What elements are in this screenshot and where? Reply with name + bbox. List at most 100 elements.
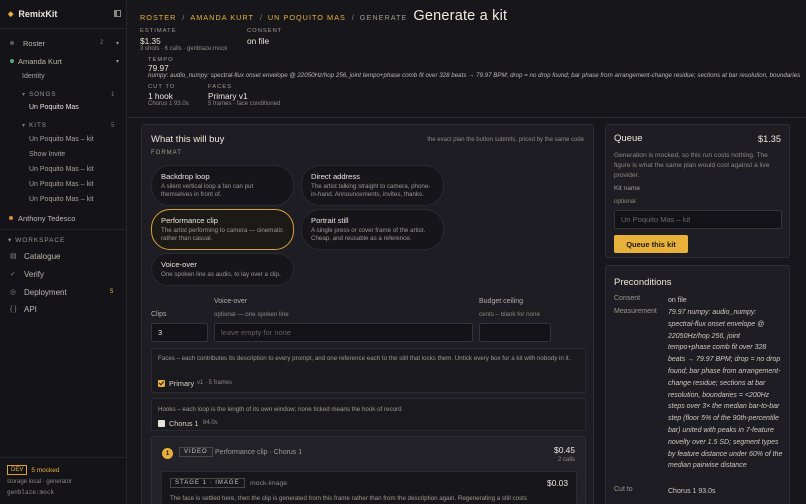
stage-tag: STAGE 1 · IMAGE (170, 478, 245, 488)
queue-description: Generation is mocked, so this run costs … (614, 152, 770, 179)
api-icon: { } (10, 306, 17, 313)
budget-input[interactable] (479, 323, 551, 342)
shot-number: 1 (162, 448, 173, 459)
sidebar-item-label: Deployment (24, 287, 67, 297)
breadcrumb-current: GENERATE (359, 13, 408, 22)
format-title: Portrait still (311, 216, 349, 225)
chevron-down-icon: ▾ (22, 91, 27, 98)
chevron-down-icon: ▾ (8, 237, 13, 244)
sidebar-item-artist-amanda[interactable]: Amanda Kurt ▾ (0, 54, 127, 68)
sidebar-item-label: Catalogue (24, 251, 61, 261)
queue-panel: Queue $1.35 Generation is mocked, so thi… (605, 124, 790, 258)
brand-logo-icon: ◆ (8, 11, 14, 18)
song-item[interactable]: Un Poquito Mas (29, 104, 79, 111)
hook-label: Chorus 1 (169, 419, 199, 428)
voiceover-sublabel: optional — one spoken line (214, 311, 289, 318)
kit-item[interactable]: Show Invite (29, 151, 65, 158)
kit-name-label: Kit name (614, 185, 641, 192)
section-kits[interactable]: ▾ KITS 5 (22, 122, 114, 129)
format-desc: A single press or cover frame of the art… (311, 227, 426, 242)
kit-item[interactable]: Un Poquito Mas – kit (29, 196, 94, 203)
check-icon: ✓ (10, 271, 16, 278)
breadcrumb-separator: / (182, 15, 185, 22)
shot-price: $0.45 (554, 445, 575, 455)
clips-label: Clips (151, 311, 167, 318)
shot-title: Performance clip · Chorus 1 (215, 449, 303, 456)
env-badge: DEV (7, 465, 28, 475)
chevron-down-icon[interactable]: ▾ (116, 40, 119, 47)
budget-label: Budget ceiling (479, 298, 523, 305)
kit-name-input[interactable]: Un Poquito Mas – kit (614, 210, 782, 229)
hooks-box: Hooks – each loop is the length of its o… (151, 398, 586, 431)
format-label: FORMAT (151, 150, 182, 156)
deployment-icon: ◎ (10, 289, 17, 296)
count-badge: 5 (110, 289, 114, 295)
brand-name: RemixKit (18, 9, 58, 19)
format-title: Performance clip (161, 216, 218, 225)
hook-meta: 84.0s (203, 420, 218, 426)
sidebar-item-roster[interactable]: Roster 2 ▾ (0, 36, 127, 50)
section-songs[interactable]: ▾ SONGS 1 (22, 91, 114, 98)
section-label: SONGS (29, 91, 57, 98)
format-title: Direct address (311, 172, 360, 181)
sidebar-item-label: Roster (23, 38, 46, 48)
faces-label: FACES (208, 84, 233, 90)
clips-input[interactable]: 3 (151, 323, 208, 342)
stage-engine: mock-image (250, 480, 288, 487)
divider (0, 229, 127, 230)
sidebar-item-catalogue[interactable]: ▤ Catalogue (10, 252, 60, 261)
kit-item[interactable]: Un Poquito Mas – kit (29, 136, 94, 143)
stage-card: STAGE 1 · IMAGE mock-image $0.03 The fac… (161, 471, 577, 504)
format-option-direct-address[interactable]: Direct address The artist talking straig… (301, 165, 444, 206)
format-desc: A silent vertical loop a fan can put the… (161, 183, 254, 198)
sidebar-item-deployment[interactable]: ◎ Deployment 5 (10, 288, 113, 297)
face-checkbox[interactable] (158, 380, 165, 387)
sidebar-item-label: API (24, 305, 37, 314)
buy-panel: What this will buy the exact plan the bu… (141, 124, 594, 504)
format-option-voice-over[interactable]: Voice-over One spoken line as audio, to … (151, 253, 294, 286)
chevron-down-icon[interactable]: ▾ (116, 58, 119, 65)
section-label: WORKSPACE (15, 237, 66, 244)
breadcrumb-song[interactable]: UN POQUITO MAS (268, 13, 346, 22)
sidebar-item-artist-anthony[interactable]: Anthony Tedesco (0, 211, 127, 225)
shot-card: 1 VIDEO Performance clip · Chorus 1 $0.4… (151, 436, 586, 504)
env-indicator[interactable]: DEV 5 mocked (7, 465, 60, 475)
consent-value: on file (668, 297, 687, 304)
cutto-meta: Chorus 1 93.0s (148, 101, 189, 107)
roster-bullet-icon (10, 41, 14, 45)
storage-info: storage local · generator (7, 479, 73, 485)
kit-item[interactable]: Un Poquito Mas – kit (29, 166, 94, 173)
sidebar-item-verify[interactable]: ✓ Verify (10, 270, 44, 279)
cutto-value: 1 hook (148, 91, 173, 101)
page-title: Generate a kit (413, 8, 508, 24)
shot-type-tag: VIDEO (179, 447, 213, 457)
section-workspace[interactable]: ▾ WORKSPACE (8, 236, 65, 244)
chevron-down-icon: ▾ (22, 122, 27, 129)
sidebar-item-api[interactable]: { } API (10, 305, 37, 314)
kit-item[interactable]: Un Poquito Mas – kit (29, 181, 94, 188)
measurement-value: 79.97 numpy: audio_numpy: spectral-flux … (668, 309, 783, 470)
voiceover-input[interactable]: leave empty for none (214, 323, 473, 342)
sidebar-item-label: Verify (24, 269, 45, 279)
kit-name-sublabel: optional (614, 198, 636, 205)
face-label: Primary (169, 379, 195, 388)
sidebar-collapse-icon[interactable] (114, 10, 121, 17)
sidebar-item-identity[interactable]: Identity (22, 73, 45, 80)
breadcrumb-roster[interactable]: ROSTER (140, 13, 176, 22)
brand[interactable]: ◆ RemixKit (8, 9, 57, 19)
budget-sublabel: cents – blank for none (479, 311, 540, 318)
preconditions-title: Preconditions (614, 277, 672, 288)
consent-key: Consent (614, 295, 641, 302)
count-badge: 1 (111, 91, 115, 98)
format-option-portrait-still[interactable]: Portrait still A single press or cover f… (301, 209, 444, 250)
hook-checkbox[interactable] (158, 420, 165, 427)
count-badge: 2 (100, 40, 104, 46)
status-dot-icon (10, 59, 14, 63)
queue-title: Queue (614, 133, 643, 144)
format-option-performance-clip[interactable]: Performance clip The artist performing t… (151, 209, 294, 250)
format-option-backdrop-loop[interactable]: Backdrop loop A silent vertical loop a f… (151, 165, 294, 206)
queue-kit-button[interactable]: Queue this kit (614, 235, 688, 253)
cutto-value: Chorus 1 93.0s (668, 488, 716, 495)
breadcrumb-artist[interactable]: AMANDA KURT (190, 13, 254, 22)
faces-box: Faces – each contributes its description… (151, 348, 586, 393)
